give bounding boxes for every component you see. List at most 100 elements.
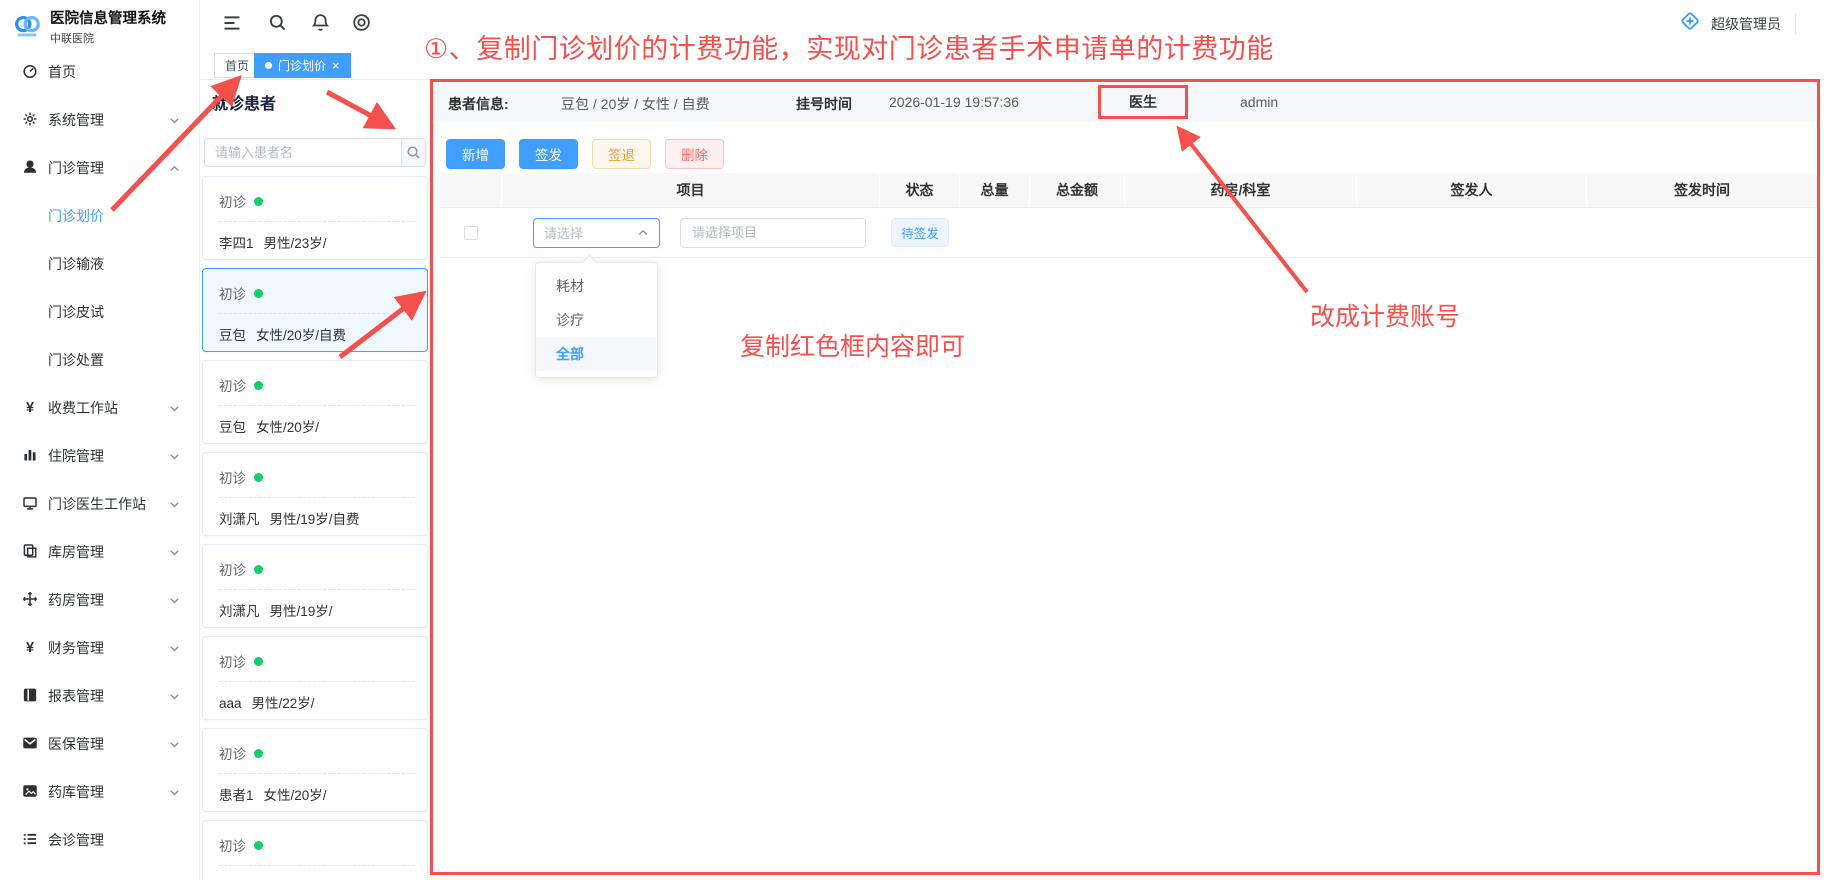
patient-name: 李四1	[219, 236, 254, 251]
sidebar-nav: 首页系统管理门诊管理门诊划价门诊输液门诊皮试门诊处置¥收费工作站住院管理门诊医生…	[0, 48, 199, 880]
sidebar-item-财务管理[interactable]: ¥财务管理	[0, 624, 199, 672]
patient-name: 刘潇凡	[219, 512, 260, 527]
sidebar-subitem-门诊处置[interactable]: 门诊处置	[0, 336, 199, 384]
collapse-sidebar-icon[interactable]	[222, 13, 242, 33]
visit-type-label: 初诊	[219, 651, 246, 671]
chevron-down-icon	[168, 738, 181, 751]
search-icon[interactable]	[268, 13, 288, 33]
total-amount-cell	[1030, 208, 1125, 257]
project-search-input[interactable]	[680, 218, 866, 248]
visit-type-label: 初诊	[219, 191, 246, 211]
sidebar-item-维护系统[interactable]: 维护系统	[0, 864, 199, 880]
topbar: 超级管理员	[200, 0, 1824, 44]
sidebar-item-药库管理[interactable]: 药库管理	[0, 768, 199, 816]
yen-icon: ¥	[22, 399, 38, 418]
visit-type-label: 初诊	[219, 835, 246, 855]
sidebar-item-会诊管理[interactable]: 会诊管理	[0, 816, 199, 864]
patient-card-aaa[interactable]: 初诊aaa男性/22岁/	[202, 636, 428, 720]
divider	[219, 589, 415, 590]
sidebar-subitem-门诊划价[interactable]: 门诊划价	[0, 192, 199, 240]
sidebar-item-label: 门诊管理	[48, 158, 168, 178]
patient-card-刘潇凡[interactable]: 初诊刘潇凡男性/19岁/	[202, 544, 428, 628]
sidebar-item-库房管理[interactable]: 库房管理	[0, 528, 199, 576]
chevron-down-icon	[168, 546, 181, 559]
row-checkbox[interactable]	[464, 226, 478, 240]
gear-icon	[22, 111, 38, 130]
sidebar-item-label: 系统管理	[48, 110, 168, 130]
patient-search-button[interactable]	[401, 138, 426, 167]
sidebar-item-label: 门诊医生工作站	[48, 494, 168, 514]
sidebar-item-label: 库房管理	[48, 542, 168, 562]
bell-icon[interactable]	[311, 13, 331, 33]
divider	[219, 313, 415, 314]
docs-icon	[22, 543, 38, 562]
status-dot-icon	[254, 841, 263, 850]
app-logo[interactable]: 医院信息管理系统 中联医院	[0, 0, 199, 48]
sidebar-item-门诊管理[interactable]: 门诊管理	[0, 144, 199, 192]
divider	[219, 497, 415, 498]
barchart-icon	[22, 447, 38, 466]
sidebar-item-label: 药房管理	[48, 590, 168, 610]
category-select[interactable]: 请选择	[533, 218, 660, 248]
tabbar: 首页 门诊划价 ×	[200, 44, 1824, 80]
column-header-签发时间: 签发时间	[1587, 173, 1818, 207]
sidebar-item-label: 住院管理	[48, 446, 168, 466]
table-header-row: 项目状态总量总金额药房/科室签发人签发时间	[440, 173, 1818, 208]
删除-button[interactable]: 删除	[665, 139, 724, 169]
tab-menzhen-huajia[interactable]: 门诊划价 ×	[254, 53, 351, 78]
sidebar-item-住院管理[interactable]: 住院管理	[0, 432, 199, 480]
dropdown-option-耗材[interactable]: 耗材	[536, 269, 657, 303]
image-icon	[22, 783, 38, 802]
sidebar-item-首页[interactable]: 首页	[0, 48, 199, 96]
sidebar-item-门诊医生工作站[interactable]: 门诊医生工作站	[0, 480, 199, 528]
chevron-up-icon	[168, 162, 181, 175]
visit-type-label: 初诊	[219, 743, 246, 763]
current-user-label: 超级管理员	[1711, 14, 1781, 34]
doctor-value: admin	[1240, 94, 1278, 110]
sidebar-subitem-门诊输液[interactable]: 门诊输液	[0, 240, 199, 288]
dropdown-option-全部[interactable]: 全部	[536, 337, 657, 371]
sidebar-item-医保管理[interactable]: 医保管理	[0, 720, 199, 768]
patient-card-患者1[interactable]: 初诊患者1女性/20岁/	[202, 728, 428, 812]
doctor-label: 医生	[1129, 92, 1157, 112]
ring-icon[interactable]	[352, 13, 372, 33]
sidebar-item-药房管理[interactable]: 药房管理	[0, 576, 199, 624]
sidebar-item-label: 医保管理	[48, 734, 168, 754]
sidebar-item-收费工作站[interactable]: ¥收费工作站	[0, 384, 199, 432]
app-title: 医院信息管理系统	[50, 11, 166, 28]
sidebar-item-报表管理[interactable]: 报表管理	[0, 672, 199, 720]
新增-button[interactable]: 新增	[446, 139, 505, 169]
签退-button[interactable]: 签退	[592, 139, 651, 169]
table-row: 请选择 待签发	[440, 208, 1818, 258]
register-time-label: 挂号时间	[796, 94, 852, 114]
sidebar-subitem-门诊皮试[interactable]: 门诊皮试	[0, 288, 199, 336]
book-icon	[22, 687, 38, 706]
chevron-down-icon	[168, 450, 181, 463]
chevron-down-icon	[168, 594, 181, 607]
patient-card[interactable]: 初诊	[202, 820, 428, 880]
user-menu[interactable]: 超级管理员	[1679, 10, 1796, 37]
yen-icon: ¥	[22, 639, 38, 658]
chevron-down-icon	[168, 114, 181, 127]
chevron-down-icon	[168, 786, 181, 799]
tab-close-icon[interactable]: ×	[332, 59, 340, 72]
divider	[219, 681, 415, 682]
chevron-up-icon	[637, 227, 649, 239]
patient-info: 男性/19岁/自费	[270, 512, 360, 527]
patient-card-李四1[interactable]: 初诊李四1男性/23岁/	[202, 176, 428, 260]
patient-card-刘潇凡[interactable]: 初诊刘潇凡男性/19岁/自费	[202, 452, 428, 536]
sidebar-item-系统管理[interactable]: 系统管理	[0, 96, 199, 144]
user-icon	[22, 159, 38, 178]
patient-card-豆包[interactable]: 初诊豆包女性/20岁/自费	[202, 268, 428, 352]
patient-card-豆包[interactable]: 初诊豆包女性/20岁/	[202, 360, 428, 444]
patient-panel: 就诊患者 初诊李四1男性/23岁/初诊豆包女性/20岁/自费初诊豆包女性/20岁…	[200, 80, 432, 880]
dropdown-option-诊疗[interactable]: 诊疗	[536, 303, 657, 337]
签发-button[interactable]: 签发	[519, 139, 578, 169]
chevron-down-icon	[168, 498, 181, 511]
patient-search-input[interactable]	[204, 138, 401, 167]
patient-info: 女性/20岁/	[256, 420, 319, 435]
sidebar-item-label: 会诊管理	[48, 830, 181, 850]
logo-icon	[12, 13, 42, 44]
monitor-icon	[22, 495, 38, 514]
sidebar: 医院信息管理系统 中联医院 首页系统管理门诊管理门诊划价门诊输液门诊皮试门诊处置…	[0, 0, 200, 880]
